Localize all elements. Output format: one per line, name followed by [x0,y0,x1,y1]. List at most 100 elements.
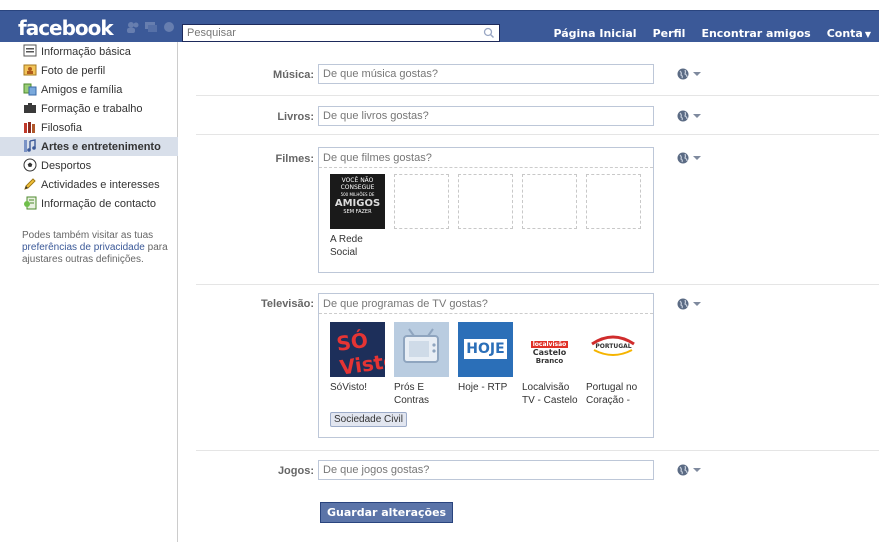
sidebar-item-education-work[interactable]: Formação e trabalho [0,99,178,118]
messages-icon[interactable] [144,21,158,33]
tv-thumbnail[interactable]: localvisão Castelo Branco [522,322,577,377]
sidebar-item-sports[interactable]: Desportos [0,156,178,175]
pencil-icon [24,178,36,190]
top-nav: Página Inicial Perfil Encontrar amigos C… [545,27,879,40]
sidebar-item-friends-family[interactable]: Amigos e família [0,80,178,99]
tv-title-line: Localvisão [522,382,570,393]
empty-slot [394,174,449,229]
sidebar-item-profile-photo[interactable]: Foto de perfil [0,61,178,80]
movies-label: Filmes: [275,153,314,165]
empty-slot [458,174,513,229]
games-field [318,460,654,480]
movies-input[interactable] [319,148,653,167]
nav-profile-link[interactable]: Perfil [645,27,694,40]
friends-icon [23,83,37,96]
tv-tag[interactable]: Sociedade Civil [330,412,407,427]
chevron-down-icon [693,72,701,76]
sidebar-item-label: Filosofia [41,121,82,134]
chevron-down-icon [693,114,701,118]
info-icon [23,44,37,57]
tv-set-icon [403,328,439,363]
movies-privacy-selector[interactable] [677,152,701,164]
poster-line: CONSEGUE [340,184,375,191]
tv-title[interactable]: Hoje - RTP [458,381,518,394]
sidebar-item-label: Foto de perfil [41,64,106,77]
tv-thumbnail[interactable]: HOJE [458,322,513,377]
poster-line: SEM FAZER [343,209,372,215]
facebook-logo[interactable]: facebook [18,16,114,40]
sidebar-item-contact-info[interactable]: Informação de contacto [0,194,178,213]
music-privacy-selector[interactable] [677,68,701,80]
chevron-down-icon [693,156,701,160]
books-input[interactable] [319,107,653,125]
nav-home-link[interactable]: Página Inicial [545,27,644,40]
tv-title[interactable]: Prós E Contras [394,381,454,407]
nav-find-friends-link[interactable]: Encontrar amigos [693,27,818,40]
section-divider [196,95,879,96]
empty-slot [522,174,577,229]
tv-title[interactable]: Portugal no Coração - [586,381,646,407]
movie-title-line: Social [330,247,358,258]
save-button[interactable]: Guardar alterações [320,502,454,523]
globe-icon [677,110,689,122]
sidebar-item-label: Amigos e família [41,83,123,96]
games-privacy-selector[interactable] [677,464,701,476]
nav-account-label: Conta [826,27,863,40]
search-input[interactable] [183,25,473,41]
tv-title-line: Hoje - RTP [458,382,508,393]
tv-field [319,294,653,314]
briefcase-icon [24,103,36,113]
music-input[interactable] [319,65,653,83]
movie-title-line: A Rede [330,234,363,245]
sidebar: Informação básica Foto de perfil Amigos … [0,42,178,542]
nav-account-menu[interactable]: Conta ▼ [819,27,879,40]
tv-title-line: SóVisto! [330,382,368,393]
section-divider [196,284,879,285]
notification-jewels [126,21,176,33]
sidebar-item-basic-info[interactable]: Informação básica [0,42,178,61]
sidebar-item-label: Artes e entretenimento [41,140,161,153]
tv-title[interactable]: Localvisão TV - Castelo [522,381,582,407]
tv-thumbnail[interactable]: SÓ Visto [330,322,385,377]
music-icon [24,139,36,152]
games-input[interactable] [319,461,653,479]
sidebar-item-label: Actividades e interesses [41,178,160,191]
tv-thumbnail[interactable] [394,322,449,377]
poster-line: VOCÊ NÃO [341,177,374,184]
search-bar [182,24,500,42]
notifications-globe-icon[interactable] [162,21,176,33]
books-privacy-selector[interactable] [677,110,701,122]
contact-icon [24,196,37,210]
tv-privacy-selector[interactable] [677,298,701,310]
tv-input[interactable] [319,294,653,313]
privacy-note-prefix: Podes também visitar as tuas [22,230,154,241]
photo-icon [23,64,37,76]
tv-thumbnail[interactable]: PORTUGAL [586,322,641,377]
movie-title[interactable]: A Rede Social [330,233,390,259]
tv-title-line: Portugal no [586,382,638,393]
sidebar-item-label: Desportos [41,159,92,172]
privacy-preferences-link[interactable]: preferências de privacidade [22,242,145,253]
tv-title[interactable]: SóVisto! [330,381,390,394]
tv-box: SÓ Visto HOJE localvisão Castelo Branco … [318,293,654,438]
sidebar-item-philosophy[interactable]: Filosofia [0,118,178,137]
sidebar-item-label: Informação básica [41,45,131,58]
friend-requests-icon[interactable] [126,21,140,33]
movie-thumbnail[interactable]: VOCÊ NÃO CONSEGUE 500 MILHÕES DE AMIGOS … [330,174,385,229]
movies-field [319,148,653,168]
privacy-note: Podes também visitar as tuas preferência… [22,230,172,266]
sidebar-item-activities-interests[interactable]: Actividades e interesses [0,175,178,194]
tv-thumb-text: Castelo [532,348,567,357]
poster-line: AMIGOS [334,198,381,209]
tv-thumb-text: Branco [535,357,564,365]
section-divider [196,450,879,451]
books-icon [24,122,35,133]
movie-poster-text: VOCÊ NÃO CONSEGUE 500 MILHÕES DE AMIGOS … [330,177,385,216]
top-bar: facebook Página Inicial Perfil Encontrar… [0,0,879,42]
search-icon[interactable] [482,27,496,39]
globe-icon [677,298,689,310]
tv-thumb-text: PORTUGAL [595,343,632,350]
sidebar-item-arts-entertainment[interactable]: Artes e entretenimento [0,137,178,156]
tv-title-line: Prós E [394,382,425,393]
books-label: Livros: [277,111,314,123]
